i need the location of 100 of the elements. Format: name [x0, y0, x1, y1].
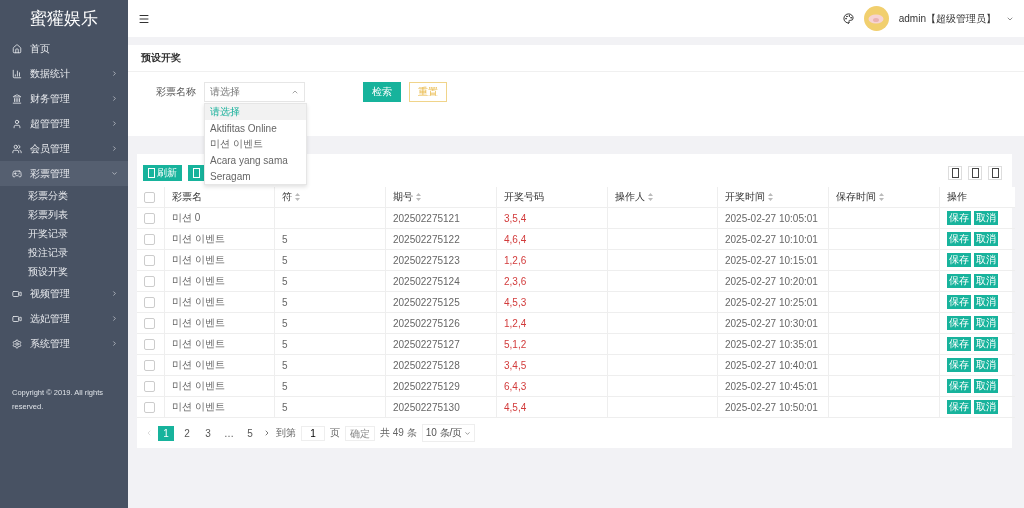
- row-checkbox[interactable]: [144, 401, 155, 413]
- sidebar-item[interactable]: 视频管理: [0, 281, 128, 306]
- column-header[interactable]: 保存时间: [829, 187, 940, 208]
- column-header[interactable]: 期号: [386, 187, 497, 208]
- menu-icon[interactable]: [138, 12, 150, 25]
- table-cell: 미션 이벤트: [172, 232, 225, 246]
- page-number[interactable]: …: [221, 425, 237, 441]
- row-checkbox[interactable]: [144, 212, 155, 224]
- prev-page-icon[interactable]: [145, 429, 153, 437]
- next-page-icon[interactable]: [263, 429, 271, 437]
- dropdown-option[interactable]: Acara yang sama: [205, 152, 306, 168]
- sort-icon[interactable]: [416, 193, 421, 201]
- table-cell: 6,4,3: [504, 380, 527, 392]
- submenu-item[interactable]: 开奖记录: [0, 224, 128, 243]
- table-cell: 미션 이벤트: [172, 379, 225, 393]
- row-checkbox[interactable]: [144, 296, 155, 308]
- menu-item-icon: [12, 93, 22, 104]
- sidebar-item[interactable]: 超管管理: [0, 111, 128, 136]
- table-cell: 3,5,4: [504, 212, 527, 224]
- lottery-select[interactable]: 请选择: [204, 82, 305, 102]
- menu-item-icon: [12, 168, 22, 179]
- row-checkbox[interactable]: [144, 254, 155, 266]
- table-cell: 202502275125: [393, 296, 460, 308]
- submenu-item[interactable]: 预设开奖: [0, 262, 128, 281]
- submenu-item[interactable]: 彩票分类: [0, 186, 128, 205]
- table-cell: 5: [282, 359, 288, 371]
- sidebar-item[interactable]: 数据统计: [0, 61, 128, 86]
- menu-item-icon: [12, 288, 22, 299]
- sort-icon[interactable]: [879, 193, 884, 201]
- table-cell: 미션 이벤트: [172, 253, 225, 267]
- chevron-right-icon: [111, 70, 118, 77]
- menu-item-icon: [12, 118, 22, 129]
- chevron-right-icon: [111, 340, 118, 347]
- table-cell: 1,2,6: [504, 254, 527, 266]
- table-cell: 2025-02-27 10:15:01: [725, 254, 818, 266]
- submenu-item[interactable]: 彩票列表: [0, 205, 128, 224]
- table-cell: 2025-02-27 10:25:01: [725, 296, 818, 308]
- table-cell: 1,2,4: [504, 317, 527, 329]
- field-label: 彩票名称: [156, 85, 196, 99]
- table-cell: 미션 이벤트: [172, 295, 225, 309]
- user-name[interactable]: admin【超级管理员】: [898, 11, 996, 26]
- page-number[interactable]: 3: [200, 425, 216, 441]
- row-checkbox[interactable]: [144, 380, 155, 392]
- toolbar-icon[interactable]: [988, 166, 1002, 180]
- table-cell: 4,5,3: [504, 296, 527, 308]
- select-all-checkbox[interactable]: [144, 191, 155, 203]
- chevron-right-icon: [111, 120, 118, 127]
- dropdown-option[interactable]: Aktifitas Online: [205, 120, 306, 136]
- sidebar-item[interactable]: 彩票管理: [0, 161, 128, 186]
- sidebar-item[interactable]: 财务管理: [0, 86, 128, 111]
- table-cell: 2025-02-27 10:30:01: [725, 317, 818, 329]
- submenu-item[interactable]: 投注记录: [0, 243, 128, 262]
- sidebar-item[interactable]: 会员管理: [0, 136, 128, 161]
- table-cell: 5: [282, 254, 288, 266]
- menu-item-icon: [12, 43, 22, 54]
- column-header[interactable]: 符: [275, 187, 386, 208]
- table-cell: 4,5,4: [504, 401, 527, 413]
- table-cell: 5: [282, 338, 288, 350]
- palette-icon[interactable]: [842, 13, 854, 24]
- chevron-up-icon: [291, 88, 299, 96]
- chevron-right-icon: [111, 290, 118, 297]
- table-cell: 202502275124: [393, 275, 460, 287]
- page-size-select[interactable]: 10 条/页: [421, 424, 476, 442]
- table-cell: 2025-02-27 10:35:01: [725, 338, 818, 350]
- table-cell: 5: [282, 380, 288, 392]
- table-cell: 5: [282, 296, 288, 308]
- table-cell: 2025-02-27 10:05:01: [725, 212, 818, 224]
- row-checkbox[interactable]: [144, 275, 155, 287]
- toolbar-icon[interactable]: [948, 166, 962, 180]
- avatar[interactable]: [863, 6, 889, 31]
- table-cell: 202502275122: [393, 233, 460, 245]
- row-checkbox[interactable]: [144, 317, 155, 329]
- chevron-right-icon: [111, 145, 118, 152]
- page-number[interactable]: 2: [179, 425, 195, 441]
- table-cell: 2025-02-27 10:10:01: [725, 233, 818, 245]
- sidebar-item[interactable]: 首页: [0, 36, 128, 61]
- sort-icon[interactable]: [648, 193, 653, 201]
- sidebar-item[interactable]: 系统管理: [0, 331, 128, 356]
- table-cell: 5: [282, 401, 288, 413]
- sidebar-item[interactable]: 选妃管理: [0, 306, 128, 331]
- table-cell: 4,6,4: [504, 233, 527, 245]
- table-cell: 2025-02-27 10:40:01: [725, 359, 818, 371]
- row-checkbox[interactable]: [144, 338, 155, 350]
- row-checkbox[interactable]: [144, 233, 155, 245]
- sort-icon[interactable]: [768, 193, 773, 201]
- toolbar-icon[interactable]: [968, 166, 982, 180]
- table-cell: 2025-02-27 10:20:01: [725, 275, 818, 287]
- page-input[interactable]: 1: [301, 425, 325, 441]
- chevron-down-icon: [111, 170, 118, 177]
- column-header[interactable]: 开奖时间: [718, 187, 829, 208]
- total-count: 共 49 条: [380, 426, 417, 440]
- page-number[interactable]: 5: [242, 425, 258, 441]
- dropdown-option[interactable]: 미션 이벤트: [205, 136, 306, 152]
- dropdown-option[interactable]: Seragam: [205, 168, 306, 184]
- page-title: 预设开奖: [128, 45, 1024, 72]
- confirm-button[interactable]: 确定: [345, 425, 375, 441]
- row-checkbox[interactable]: [144, 359, 155, 371]
- column-header: 操作: [940, 187, 1015, 208]
- column-header[interactable]: 操作人: [608, 187, 718, 208]
- sort-icon[interactable]: [295, 193, 300, 201]
